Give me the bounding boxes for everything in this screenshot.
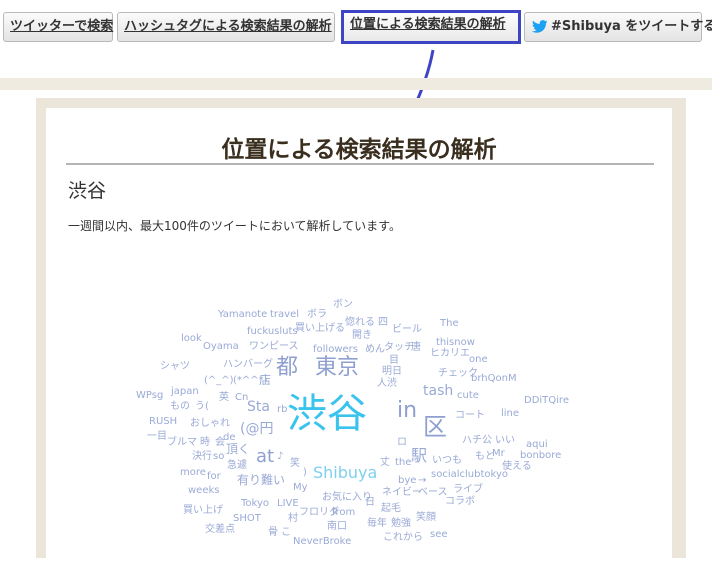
analysis-description: 一週間以内、最大100件のツイートにおいて解析しています。 [68,219,401,233]
header-divider-band [0,78,712,90]
place-name: 渋谷 [68,180,107,202]
content-panel [46,108,672,568]
title-divider [66,163,654,165]
page-title: 位置による検索結果の解析 [221,137,497,163]
